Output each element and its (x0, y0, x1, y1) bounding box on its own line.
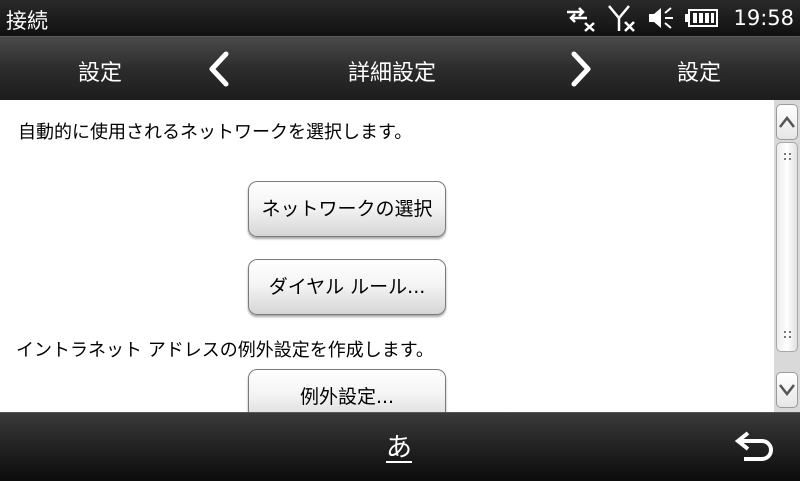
battery-icon (685, 8, 719, 28)
network-description: 自動的に使用されるネットワークを選択します。 (18, 122, 413, 143)
scroll-down-button[interactable] (776, 372, 798, 408)
dial-rules-button[interactable]: ダイヤル ルール... (248, 259, 446, 315)
chevron-down-icon (779, 384, 795, 397)
back-arrow-icon[interactable] (734, 431, 776, 463)
scroll-thumb[interactable] (776, 142, 798, 352)
bottom-bar: あ (0, 412, 800, 481)
intranet-description: イントラネット アドレスの例外設定を作成します。 (16, 340, 434, 361)
chevron-left-icon[interactable] (204, 51, 234, 87)
chevron-right-icon[interactable] (566, 51, 596, 87)
signal-off-icon (607, 3, 637, 33)
next-page-label[interactable]: 設定 (677, 55, 721, 87)
grip-icon (784, 331, 791, 338)
status-icons: 19:58 (565, 3, 794, 33)
prev-page-label[interactable]: 設定 (78, 55, 122, 87)
speaker-muted-icon (647, 5, 675, 31)
grip-icon (784, 153, 791, 160)
input-method-button[interactable]: あ (386, 427, 412, 464)
chevron-up-icon (779, 115, 795, 128)
vertical-scrollbar[interactable] (774, 100, 800, 412)
clock: 19:58 (733, 6, 794, 30)
data-connection-off-icon (565, 4, 597, 32)
scroll-up-button[interactable] (776, 104, 798, 140)
status-bar: 接続 19:58 (0, 0, 800, 36)
exceptions-button[interactable]: 例外設定... (248, 369, 446, 412)
header-nav: 設定 詳細設定 設定 (0, 36, 800, 101)
page-title: 詳細設定 (348, 61, 437, 86)
status-title: 接続 (6, 9, 48, 33)
select-network-button[interactable]: ネットワークの選択 (248, 181, 446, 237)
settings-content: 自動的に使用されるネットワークを選択します。 ネットワークの選択 ダイヤル ルー… (0, 100, 774, 412)
